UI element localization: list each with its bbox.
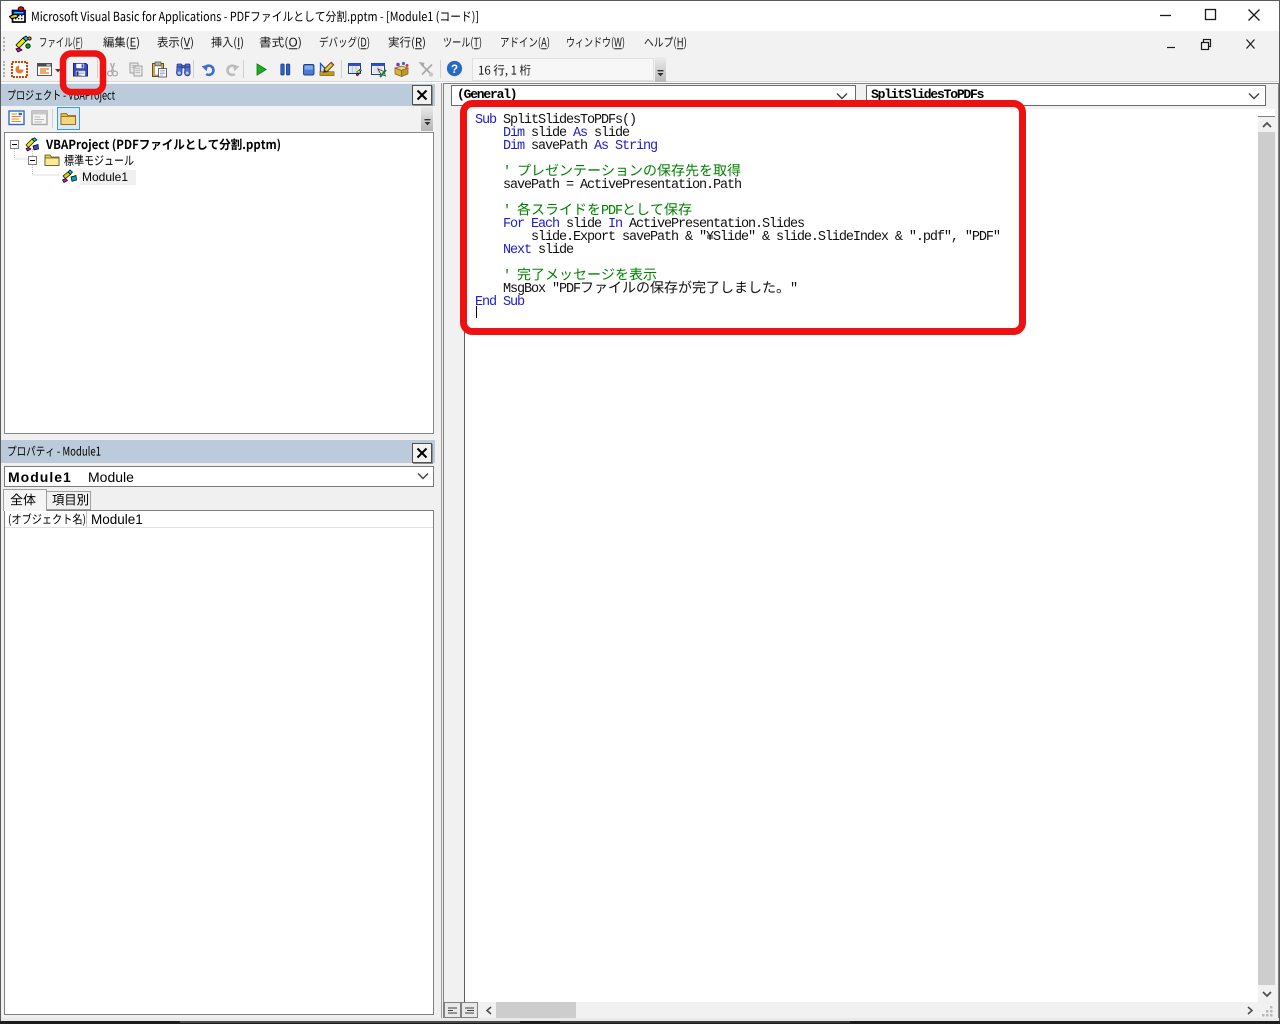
- svg-text:?: ?: [451, 64, 458, 76]
